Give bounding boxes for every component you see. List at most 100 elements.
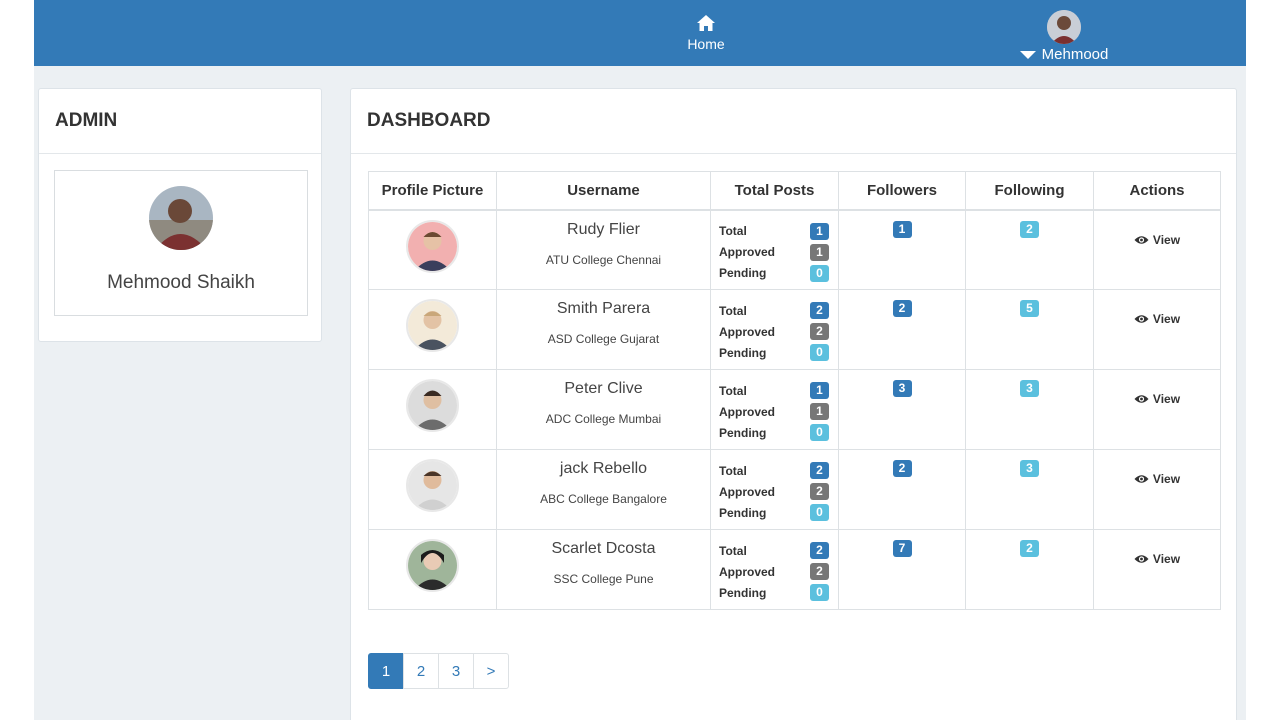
col-username: Username bbox=[496, 171, 711, 211]
profile-picture bbox=[406, 219, 459, 273]
nav-user-avatar bbox=[1047, 10, 1081, 44]
admin-avatar bbox=[149, 186, 213, 250]
college: ATU College Chennai bbox=[545, 252, 662, 267]
profile-picture bbox=[406, 299, 459, 352]
view-label: View bbox=[1152, 312, 1181, 326]
pending-label: Pending bbox=[719, 345, 767, 360]
approved-label: Approved bbox=[719, 324, 776, 339]
users-table: Profile Picture Username Total Posts Fol… bbox=[368, 171, 1221, 610]
college: ADC College Mumbai bbox=[545, 412, 662, 426]
table-row: Scarlet Dcosta SSC College Pune Total 2 Ap… bbox=[368, 529, 1221, 610]
top-navbar: Home Mehmood bbox=[34, 0, 1246, 66]
admin-name: Mehmood Shaikh bbox=[107, 272, 255, 293]
home-icon bbox=[697, 15, 715, 31]
username: Smith Parera bbox=[556, 300, 651, 317]
nav-home-link[interactable]: Home bbox=[680, 14, 732, 54]
profile-picture bbox=[406, 379, 459, 432]
view-label: View bbox=[1152, 392, 1181, 406]
nav-home-label: Home bbox=[687, 36, 725, 52]
app-window: Home Mehmood ADMIN Mehmood Shaikh DASHBO… bbox=[34, 0, 1246, 720]
dashboard-panel: DASHBOARD Profile Picture Username Total… bbox=[350, 88, 1237, 720]
eye-icon bbox=[1134, 475, 1149, 483]
total-label: Total bbox=[719, 224, 747, 238]
total-label: Total bbox=[719, 303, 747, 318]
approved-posts-badge: 1 bbox=[810, 243, 829, 261]
username: jack Rebello bbox=[559, 460, 648, 477]
following-badge: 5 bbox=[1020, 300, 1039, 317]
total-posts-badge: 2 bbox=[810, 542, 829, 559]
total-label: Total bbox=[719, 543, 747, 558]
pending-posts-badge: 0 bbox=[810, 344, 829, 361]
table-header-row: Profile Picture Username Total Posts Fol… bbox=[368, 171, 1221, 211]
total-label: Total bbox=[719, 383, 747, 398]
total-posts-badge: 2 bbox=[810, 462, 829, 479]
eye-icon bbox=[1134, 235, 1149, 244]
approved-label: Approved bbox=[719, 245, 776, 259]
table-row: Rudy Flier ATU College Chennai Total 1 App… bbox=[368, 209, 1221, 290]
view-label: View bbox=[1152, 232, 1181, 247]
view-label: View bbox=[1152, 552, 1181, 566]
total-posts-badge: 1 bbox=[810, 382, 829, 399]
nav-user-menu[interactable]: Mehmood bbox=[1014, 10, 1114, 63]
col-profile-picture: Profile Picture bbox=[368, 171, 497, 211]
approved-label: Approved bbox=[719, 404, 776, 419]
followers-badge: 3 bbox=[892, 380, 912, 397]
college: ABC College Bangalore bbox=[540, 492, 667, 506]
followers-badge: 2 bbox=[892, 460, 912, 477]
pending-posts-badge: 0 bbox=[810, 424, 829, 441]
followers-badge: 2 bbox=[892, 300, 912, 317]
page-1-button[interactable]: 1 bbox=[368, 653, 404, 689]
profile-picture bbox=[406, 459, 459, 512]
table-row: Peter Clive ADC College Mumbai Total 1 App… bbox=[368, 369, 1221, 450]
pending-label: Pending bbox=[719, 266, 767, 280]
pending-posts-badge: 0 bbox=[810, 584, 829, 601]
pagination: 1 2 3 > bbox=[368, 653, 509, 689]
view-label: View bbox=[1152, 472, 1181, 486]
admin-profile-card: Mehmood Shaikh bbox=[54, 170, 308, 316]
approved-posts-badge: 2 bbox=[810, 563, 829, 580]
total-label: Total bbox=[719, 463, 747, 478]
username: Peter Clive bbox=[564, 380, 643, 397]
view-button[interactable]: View bbox=[1134, 552, 1180, 566]
pending-label: Pending bbox=[719, 505, 767, 520]
eye-icon bbox=[1134, 555, 1149, 563]
following-badge: 3 bbox=[1020, 380, 1039, 397]
view-button[interactable]: View bbox=[1134, 312, 1180, 326]
col-actions: Actions bbox=[1093, 171, 1221, 211]
eye-icon bbox=[1134, 395, 1149, 403]
page-2-button[interactable]: 2 bbox=[403, 653, 439, 689]
next-page-button[interactable]: > bbox=[473, 653, 509, 689]
col-followers: Followers bbox=[838, 171, 966, 211]
following-badge: 2 bbox=[1020, 540, 1039, 557]
approved-posts-badge: 2 bbox=[810, 323, 829, 340]
total-posts-badge: 1 bbox=[810, 222, 829, 240]
table-row: Smith Parera ASD College Gujarat Total 2 A… bbox=[368, 289, 1221, 370]
pending-label: Pending bbox=[719, 425, 767, 440]
view-button[interactable]: View bbox=[1134, 392, 1180, 406]
following-badge: 2 bbox=[1020, 220, 1039, 238]
table-row: jack Rebello ABC College Bangalore Total 2… bbox=[368, 449, 1221, 530]
username: Scarlet Dcosta bbox=[551, 540, 656, 557]
profile-picture bbox=[406, 539, 459, 592]
approved-label: Approved bbox=[719, 484, 776, 499]
caret-down-icon bbox=[1019, 51, 1036, 60]
pending-posts-badge: 0 bbox=[810, 504, 829, 521]
admin-panel-title: ADMIN bbox=[39, 89, 321, 154]
approved-label: Approved bbox=[719, 564, 776, 579]
college: ASD College Gujarat bbox=[547, 332, 660, 346]
approved-posts-badge: 2 bbox=[810, 483, 829, 500]
followers-badge: 1 bbox=[892, 220, 912, 238]
following-badge: 3 bbox=[1020, 460, 1039, 477]
pending-label: Pending bbox=[719, 585, 767, 600]
total-posts-badge: 2 bbox=[810, 302, 829, 319]
nav-user-label: Mehmood bbox=[1041, 46, 1109, 63]
col-following: Following bbox=[965, 171, 1094, 211]
username: Rudy Flier bbox=[567, 220, 640, 238]
approved-posts-badge: 1 bbox=[810, 403, 829, 420]
view-button[interactable]: View bbox=[1134, 472, 1180, 486]
admin-panel: ADMIN Mehmood Shaikh bbox=[38, 88, 322, 342]
dashboard-title: DASHBOARD bbox=[351, 89, 1236, 154]
view-button[interactable]: View bbox=[1134, 233, 1180, 247]
page-3-button[interactable]: 3 bbox=[438, 653, 474, 689]
college: SSC College Pune bbox=[553, 572, 654, 586]
